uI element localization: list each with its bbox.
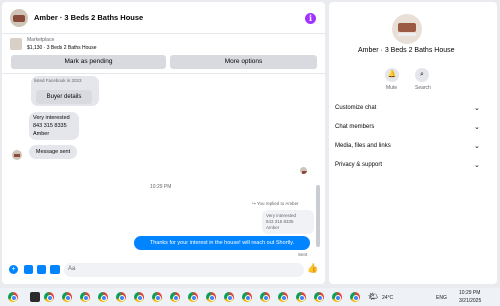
media-files-row[interactable]: Media, files and links — [335, 143, 483, 149]
profile-name: Amber · 3 Beds 2 Baths House — [358, 47, 455, 54]
chrome-icon[interactable] — [98, 292, 108, 302]
chrome-icon[interactable] — [278, 292, 288, 302]
listed-note: listed Facebook in 2023 — [34, 78, 82, 83]
listing-thumbnail — [10, 38, 22, 50]
message-line: Very interested — [33, 115, 70, 121]
chat-members-row[interactable]: Chat members — [335, 124, 483, 130]
weather-icon[interactable]: 🌤 — [368, 292, 378, 301]
privacy-support-row[interactable]: Privacy & support — [335, 162, 483, 168]
contact-avatar[interactable] — [10, 9, 28, 27]
mute-bell-icon[interactable]: 🔔 — [385, 68, 399, 82]
contact-avatar-small — [12, 150, 22, 160]
chrome-icon[interactable] — [314, 292, 324, 302]
seen-avatar — [300, 167, 307, 174]
my-message-bubble: Thanks for your interest in the house! w… — [134, 236, 310, 250]
weather-temp: 24°C — [382, 295, 394, 301]
chrome-icon[interactable] — [152, 292, 162, 302]
customize-chat-row[interactable]: Customize chat — [335, 105, 483, 111]
header-divider — [2, 33, 325, 34]
buyer-details-button[interactable]: Buyer details — [36, 90, 92, 104]
listing-title[interactable]: $1,130 · 3 Beds 2 Baths House — [27, 45, 97, 51]
chrome-icon[interactable] — [80, 292, 90, 302]
chevron-down-icon[interactable]: ⌄ — [474, 104, 480, 112]
chrome-icon[interactable] — [8, 292, 18, 302]
message-line: 843 315 8335 — [33, 123, 67, 129]
chrome-icon[interactable] — [62, 292, 72, 302]
chevron-down-icon[interactable]: ⌄ — [474, 123, 480, 131]
message-placeholder: Aa — [68, 266, 76, 272]
sticker-icon[interactable] — [37, 265, 46, 274]
chrome-icon[interactable] — [296, 292, 306, 302]
sent-status: Sent — [298, 252, 308, 257]
conversation-title[interactable]: Amber · 3 Beds 2 Baths House — [34, 13, 143, 22]
reply-label: You replied to Amber — [256, 201, 299, 206]
chat-scrollbar[interactable] — [316, 185, 320, 247]
reply-indicator: ↪ You replied to Amber — [252, 201, 299, 206]
clock-time[interactable]: 10:29 PM — [459, 290, 480, 296]
quoted-line: Amber — [266, 225, 280, 230]
app-icon[interactable] — [30, 292, 40, 302]
chrome-icon[interactable] — [134, 292, 144, 302]
message-input[interactable] — [64, 263, 304, 277]
chrome-icon[interactable] — [242, 292, 252, 302]
message-timestamp: 10:29 PM — [150, 184, 172, 190]
plus-icon[interactable]: + — [9, 265, 18, 274]
chevron-down-icon[interactable]: ⌄ — [474, 142, 480, 150]
chrome-icon[interactable] — [332, 292, 342, 302]
chrome-icon[interactable] — [44, 292, 54, 302]
photo-icon[interactable] — [24, 265, 33, 274]
mark-pending-button[interactable]: Mark as pending — [11, 55, 166, 69]
message-bubble: Message sent — [29, 145, 77, 159]
gif-icon[interactable] — [50, 265, 60, 274]
chrome-icon[interactable] — [116, 292, 126, 302]
message-line: Amber — [33, 131, 50, 137]
search-icon[interactable]: ⌕ — [415, 68, 429, 82]
chrome-icon[interactable] — [188, 292, 198, 302]
clock-date[interactable]: 3/21/2025 — [459, 298, 481, 304]
language-indicator[interactable]: ENG — [436, 295, 447, 301]
quoted-message[interactable]: Very interested 843 315 8335 Amber — [262, 210, 314, 234]
like-icon[interactable]: 👍 — [307, 263, 318, 274]
marketplace-divider — [2, 73, 325, 74]
message-bubble: Very interested 843 315 8335 Amber — [29, 112, 79, 140]
chrome-icon[interactable] — [350, 292, 360, 302]
chevron-down-icon[interactable]: ⌄ — [474, 161, 480, 169]
mute-label: Mute — [386, 85, 398, 91]
chrome-icon[interactable] — [260, 292, 270, 302]
search-label: Search — [415, 85, 431, 91]
chrome-icon[interactable] — [206, 292, 216, 302]
info-icon[interactable]: i — [305, 13, 316, 24]
chrome-icon[interactable] — [170, 292, 180, 302]
profile-avatar[interactable] — [392, 14, 422, 44]
chrome-icon[interactable] — [224, 292, 234, 302]
marketplace-label: Marketplace — [27, 37, 55, 43]
more-options-button[interactable]: More options — [170, 55, 317, 69]
